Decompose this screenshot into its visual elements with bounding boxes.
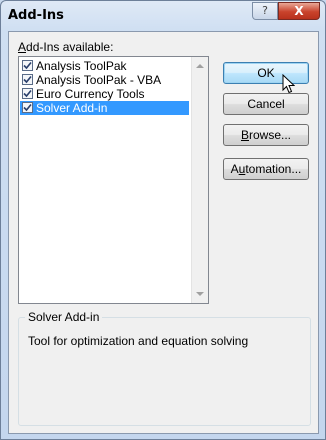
addin-details-title: Solver Add-in: [25, 310, 103, 324]
automation-button[interactable]: Automation...: [223, 158, 309, 180]
title-bar[interactable]: Add-Ins ? X: [1, 1, 325, 31]
list-item-label: Analysis ToolPak: [36, 59, 127, 73]
list-item-analysis-toolpak-vba[interactable]: Analysis ToolPak - VBA: [20, 73, 189, 87]
automation-label: tomation...: [245, 162, 302, 176]
checkbox-analysis-toolpak[interactable]: [22, 60, 33, 71]
addin-details-group: Solver Add-in Tool for optimization and …: [18, 310, 311, 426]
browse-label: rowse...: [249, 128, 292, 142]
list-item-analysis-toolpak[interactable]: Analysis ToolPak: [20, 59, 189, 73]
list-item-label: Euro Currency Tools: [36, 87, 145, 101]
checkbox-euro-currency-tools[interactable]: [22, 88, 33, 99]
checkmark-icon: [23, 103, 32, 112]
checkmark-icon: [23, 75, 32, 84]
checkmark-icon: [23, 61, 32, 70]
list-item-euro-currency-tools[interactable]: Euro Currency Tools: [20, 87, 189, 101]
list-scrollbar[interactable]: [191, 57, 208, 303]
list-item-solver-add-in[interactable]: Solver Add-in: [20, 101, 189, 115]
list-item-label: Solver Add-in: [36, 101, 108, 115]
automation-prefix: A: [230, 162, 239, 176]
add-ins-listbox[interactable]: Analysis ToolPak Analysis ToolPak - VBA …: [18, 56, 209, 304]
checkbox-solver-add-in[interactable]: [22, 102, 33, 113]
addin-description: Tool for optimization and equation solvi…: [28, 334, 249, 348]
list-item-label: Analysis ToolPak - VBA: [36, 73, 162, 87]
scroll-down-arrow-icon[interactable]: [196, 292, 204, 296]
close-button[interactable]: X: [278, 2, 320, 20]
dialog-title: Add-Ins: [8, 8, 64, 23]
help-button[interactable]: ?: [252, 2, 278, 20]
ok-button[interactable]: OK: [223, 62, 309, 84]
cancel-button[interactable]: Cancel: [223, 93, 309, 115]
checkbox-analysis-toolpak-vba[interactable]: [22, 74, 33, 85]
label-text: dd-Ins available:: [26, 40, 114, 54]
label-accelerator: A: [18, 40, 27, 54]
checkmark-icon: [23, 89, 32, 98]
scroll-up-arrow-icon[interactable]: [196, 64, 204, 68]
browse-accelerator: B: [240, 128, 249, 142]
mouse-pointer-icon: [282, 74, 295, 94]
add-ins-available-label: Add-Ins available:: [18, 40, 113, 54]
browse-button[interactable]: Browse...: [223, 124, 309, 146]
dialog-body: Add-Ins available: Analysis ToolPak Anal…: [8, 31, 319, 434]
add-ins-dialog: Add-Ins ? X Add-Ins available: Analysis …: [0, 0, 326, 440]
